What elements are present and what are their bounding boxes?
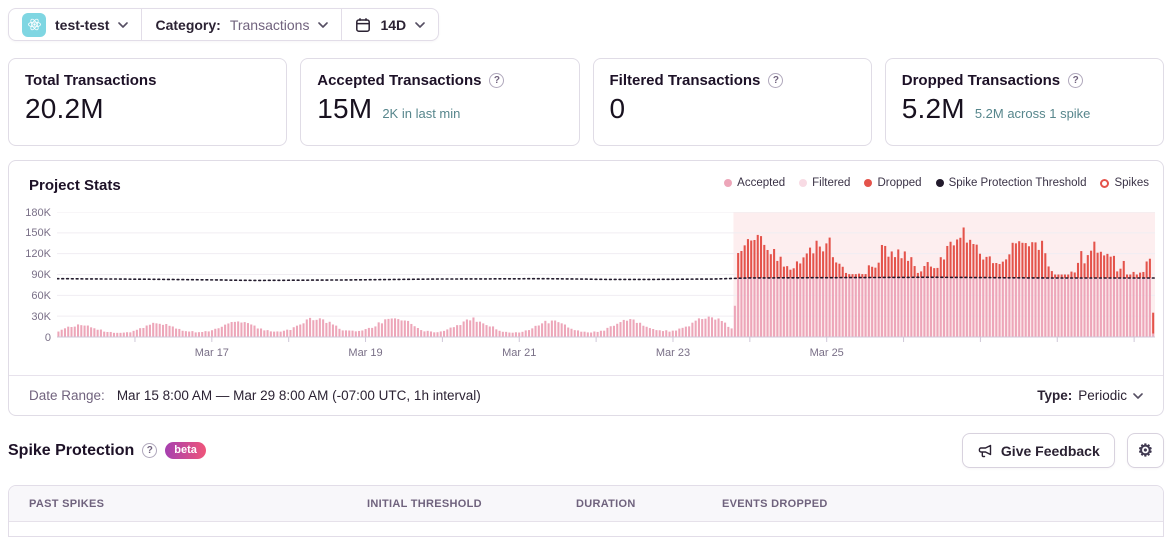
date-period-selector[interactable]: 14D [341,9,438,40]
legend-item-threshold[interactable]: Spike Protection Threshold [935,177,1086,189]
card-title: Accepted Transactions [317,72,482,89]
table-body [9,522,1163,536]
legend-item-dropped[interactable]: Dropped [864,177,922,189]
accepted-transactions-card: Accepted Transactions ? 15M 2K in last m… [300,58,580,146]
column-header-initial-threshold: Initial Threshold [367,497,482,510]
chevron-down-icon [1133,392,1143,399]
y-axis-labels: 180K 150K 120K 90K 60K 30K 0 [9,207,57,344]
table-header-row: Past Spikes Initial Threshold Duration E… [9,486,1163,522]
settings-button[interactable]: ⚙ [1126,433,1164,468]
chevron-down-icon [415,21,425,28]
x-axis-tick-label: Mar 21 [502,347,537,359]
accepted-dot-icon [724,179,733,187]
give-feedback-button[interactable]: Give Feedback [961,433,1115,468]
page-filter-bar: test-test Category: Transactions 14D [8,8,440,41]
card-title: Dropped Transactions [901,72,1061,89]
chart-canvas[interactable] [57,212,1155,343]
section-title: Spike Protection [8,441,135,459]
gear-icon: ⚙ [1137,440,1153,460]
card-title: Filtered Transactions [609,72,761,89]
project-stats-panel: Project Stats Accepted Filtered Dropped … [8,160,1164,416]
x-axis-labels: Mar 17 Mar 19 Mar 21 Mar 23 Mar 25 [57,343,1155,365]
legend-item-accepted[interactable]: Accepted [724,177,785,189]
usage-stat-cards: Total Transactions 20.2M Accepted Transa… [8,58,1164,146]
filtered-dot-icon [799,179,808,187]
help-icon[interactable]: ? [489,73,505,88]
dropped-dot-icon [864,179,873,187]
y-axis-tick-label: 150K [25,227,51,240]
date-range-label: Date Range: [29,388,105,403]
card-value: 15M [317,93,373,124]
card-value: 20.2M [25,93,104,124]
y-axis-tick-label: 0 [44,331,51,344]
legend-item-filtered[interactable]: Filtered [799,177,850,189]
help-icon[interactable]: ? [142,443,158,458]
chart-type-selector[interactable]: Type: Periodic [1037,388,1143,403]
react-platform-icon [22,12,46,37]
x-axis-tick-label: Mar 19 [348,347,383,359]
category-selector[interactable]: Category: Transactions [141,9,341,40]
period-value: 14D [380,16,407,33]
card-value: 0 [609,93,626,124]
y-axis-tick-label: 120K [25,248,51,261]
megaphone-icon [978,444,992,457]
project-stats-chart[interactable]: 180K 150K 120K 90K 60K 30K 0 [9,207,1163,344]
card-title: Total Transactions [25,72,157,89]
help-icon[interactable]: ? [1068,73,1084,88]
spike-protection-header: Spike Protection ? beta Give Feedback ⚙ [8,433,1164,468]
card-value: 5.2M [901,93,965,124]
project-selector[interactable]: test-test [9,9,141,40]
chart-footer: Date Range: Mar 15 8:00 AM — Mar 29 8:00… [9,375,1163,415]
date-range-value: Mar 15 8:00 AM — Mar 29 8:00 AM (-07:00 … [116,388,481,403]
calendar-icon [356,17,371,32]
chevron-down-icon [318,21,329,28]
column-header-past-spikes: Past Spikes [29,497,105,510]
chart-plot-area[interactable] [57,212,1155,343]
y-axis-tick-label: 30K [31,310,51,323]
y-axis-tick-label: 90K [31,269,51,281]
x-axis-tick-label: Mar 17 [194,347,229,359]
y-axis-tick-label: 180K [25,206,51,219]
category-value: Transactions [229,16,310,33]
card-subtext: 2K in last min [382,106,461,121]
filtered-transactions-card: Filtered Transactions ? 0 [592,58,872,146]
legend-item-spikes[interactable]: Spikes [1100,177,1149,189]
y-axis-tick-label: 60K [31,289,51,302]
chart-legend: Accepted Filtered Dropped Spike Protecti… [724,177,1149,189]
usage-stats-page: test-test Category: Transactions 14D Tot… [0,0,1172,545]
past-spikes-table: Past Spikes Initial Threshold Duration E… [8,485,1164,537]
project-name: test-test [55,16,110,33]
spikes-ring-icon [1100,178,1110,188]
threshold-dot-icon [935,179,944,187]
column-header-events-dropped: Events Dropped [722,497,828,510]
help-icon[interactable]: ? [768,73,784,88]
chevron-down-icon [118,21,129,28]
card-subtext: 5.2M across 1 spike [974,106,1091,121]
x-axis-tick-label: Mar 25 [809,347,844,359]
beta-badge: beta [165,442,206,459]
total-transactions-card: Total Transactions 20.2M [8,58,288,146]
chart-title: Project Stats [29,177,121,194]
column-header-duration: Duration [576,497,636,510]
dropped-transactions-card: Dropped Transactions ? 5.2M 5.2M across … [884,58,1164,146]
x-axis-tick-label: Mar 23 [655,347,691,359]
category-label: Category: [155,16,221,33]
